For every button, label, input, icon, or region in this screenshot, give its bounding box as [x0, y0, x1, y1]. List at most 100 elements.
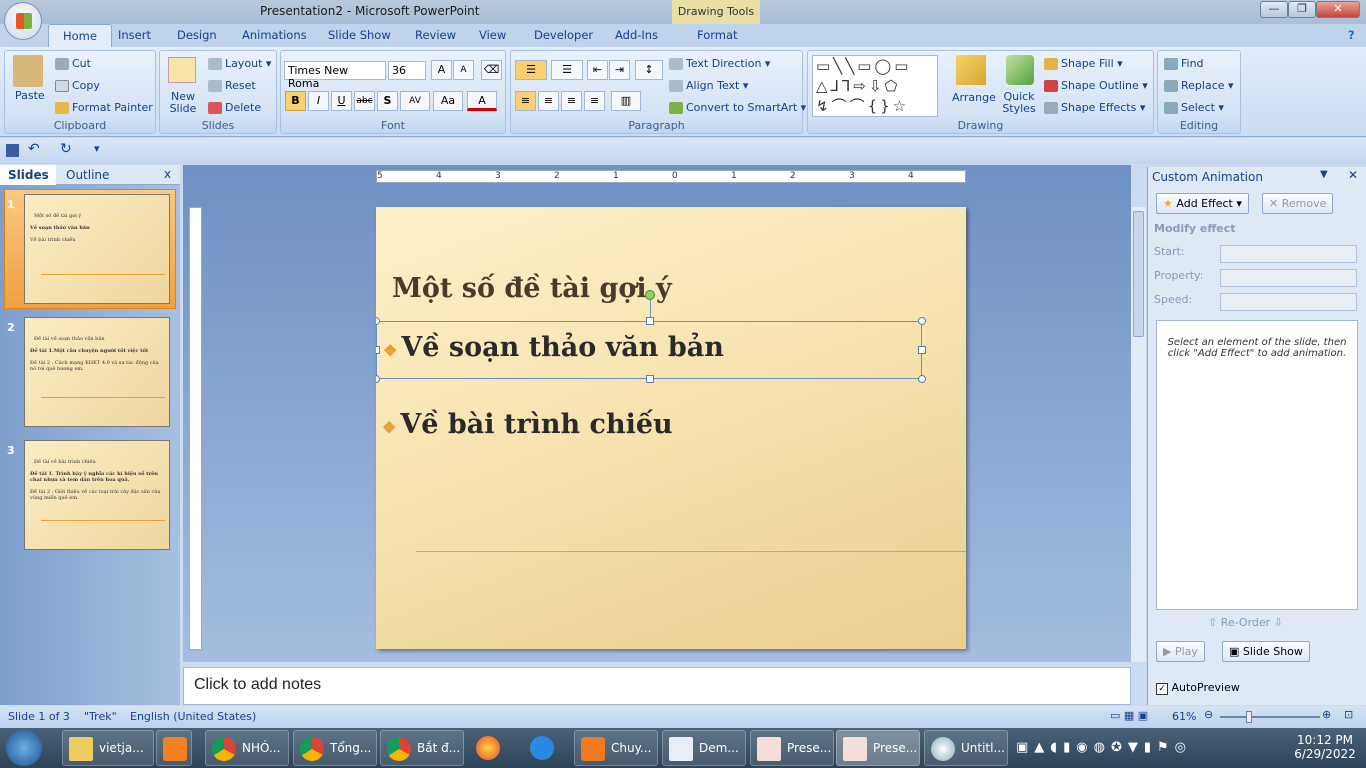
- notes-pane[interactable]: Click to add notes: [183, 667, 1131, 705]
- taskbar-item-powerpoint-2[interactable]: Prese...: [836, 730, 920, 766]
- justify-button[interactable]: ≡: [584, 91, 605, 111]
- minimize-button[interactable]: —: [1260, 1, 1288, 18]
- remove-button[interactable]: ✕ Remove: [1262, 193, 1334, 214]
- underline-button[interactable]: U: [331, 91, 352, 111]
- bullets-button[interactable]: ☰: [515, 60, 547, 80]
- columns-button[interactable]: ▥: [611, 91, 641, 111]
- help-icon[interactable]: ?: [1348, 28, 1355, 42]
- tab-developer[interactable]: Developer: [534, 28, 593, 42]
- resize-handle[interactable]: [376, 317, 380, 325]
- move-up-icon[interactable]: ⇧: [1208, 616, 1217, 629]
- tab-add-ins[interactable]: Add-Ins: [615, 28, 658, 42]
- delete-button[interactable]: Delete: [208, 101, 261, 114]
- tab-outline[interactable]: Outline: [66, 168, 109, 182]
- resize-handle[interactable]: [918, 317, 926, 325]
- close-pane-icon[interactable]: x: [164, 167, 171, 181]
- system-tray-icons[interactable]: ▣▲◖▮◉◍✪▼▮⚑◎: [1016, 740, 1192, 755]
- resize-handle[interactable]: [646, 317, 654, 325]
- find-button[interactable]: Find: [1164, 57, 1204, 70]
- start-dropdown[interactable]: [1220, 245, 1357, 263]
- close-button[interactable]: ✕: [1316, 1, 1360, 18]
- tab-format[interactable]: Format: [697, 28, 738, 42]
- slide-show-button[interactable]: ▣ Slide Show: [1222, 641, 1310, 662]
- play-button[interactable]: ▶ Play: [1156, 641, 1205, 662]
- vertical-ruler[interactable]: [189, 207, 202, 650]
- horizontal-ruler[interactable]: 5 4 3 2 1 0 1 2 3 4: [376, 170, 966, 183]
- taskbar-item-firefox[interactable]: [470, 730, 510, 766]
- shape-fill-button[interactable]: Shape Fill ▾: [1044, 57, 1123, 70]
- taskbar-item-pdf[interactable]: Chuy...: [574, 730, 658, 766]
- new-slide-button[interactable]: New Slide: [166, 91, 200, 115]
- maximize-button[interactable]: ❐: [1288, 1, 1316, 18]
- zoom-level[interactable]: 61%: [1172, 710, 1196, 723]
- slide-title[interactable]: Một số đề tài gợi ý: [392, 273, 672, 304]
- zoom-in-icon[interactable]: ⊕: [1322, 708, 1331, 721]
- editor-scrollbar[interactable]: [1131, 207, 1146, 662]
- fit-to-window-icon[interactable]: ⊡: [1344, 708, 1353, 721]
- paste-button[interactable]: Paste: [15, 89, 45, 102]
- reset-button[interactable]: Reset: [208, 79, 256, 92]
- align-right-button[interactable]: ≡: [561, 91, 582, 111]
- scroll-thumb[interactable]: [1133, 211, 1144, 337]
- taskbar-item-explorer[interactable]: vietja...: [62, 730, 154, 766]
- taskbar-item-ie[interactable]: [524, 730, 564, 766]
- tab-slide-show[interactable]: Slide Show: [328, 28, 391, 42]
- cut-button[interactable]: Cut: [55, 57, 91, 70]
- add-effect-button[interactable]: ★ Add Effect ▾: [1156, 193, 1249, 214]
- shape-effects-button[interactable]: Shape Effects ▾: [1044, 101, 1145, 114]
- resize-handle[interactable]: [918, 346, 926, 354]
- numbering-button[interactable]: ☰: [551, 60, 583, 80]
- italic-button[interactable]: I: [308, 91, 329, 111]
- office-button[interactable]: [4, 2, 42, 40]
- grow-font-button[interactable]: A: [431, 60, 452, 80]
- tab-insert[interactable]: Insert: [118, 28, 151, 42]
- bold-button[interactable]: B: [285, 91, 306, 111]
- zoom-out-icon[interactable]: ⊖: [1204, 708, 1213, 721]
- change-case-button[interactable]: Aa: [433, 91, 463, 111]
- font-color-button[interactable]: A: [467, 91, 497, 111]
- tab-slides[interactable]: Slides: [0, 165, 56, 185]
- taskbar-item-chrome-1[interactable]: NHÓ...: [205, 730, 289, 766]
- clear-formatting-button[interactable]: ⌫: [481, 60, 502, 80]
- tab-view[interactable]: View: [479, 28, 506, 42]
- animation-list[interactable]: Select an element of the slide, then cli…: [1156, 320, 1358, 610]
- taskbar-item-word[interactable]: Dem...: [662, 730, 746, 766]
- start-button[interactable]: [6, 730, 42, 766]
- language[interactable]: English (United States): [130, 710, 256, 723]
- taskbar-item-chrome-2[interactable]: Tổng...: [293, 730, 377, 766]
- slide-bullet-1[interactable]: ❖ Về soạn thảo văn bản: [383, 332, 724, 363]
- zoom-slider-thumb[interactable]: [1246, 711, 1252, 723]
- close-pane-icon[interactable]: ✕: [1348, 168, 1358, 182]
- replace-button[interactable]: Replace ▾: [1164, 79, 1234, 92]
- increase-indent-button[interactable]: ⇥: [609, 60, 630, 80]
- quick-styles-button[interactable]: Quick Styles: [1002, 91, 1036, 115]
- move-down-icon[interactable]: ⇩: [1274, 616, 1283, 629]
- autopreview-checkbox[interactable]: ✓ AutoPreview: [1156, 681, 1240, 695]
- taskbar-item-powerpoint-1[interactable]: Prese...: [750, 730, 834, 766]
- resize-handle[interactable]: [376, 346, 380, 354]
- zoom-slider[interactable]: [1220, 711, 1320, 723]
- align-center-button[interactable]: ≡: [538, 91, 559, 111]
- taskbar-item-paint[interactable]: Untitl...: [924, 730, 1008, 766]
- tab-design[interactable]: Design: [177, 28, 217, 42]
- shrink-font-button[interactable]: A: [453, 60, 474, 80]
- character-spacing-button[interactable]: AV: [400, 91, 430, 111]
- slide-canvas[interactable]: Một số đề tài gợi ý ❖ Về soạn thảo văn bả…: [376, 207, 966, 649]
- shapes-gallery[interactable]: ▭╲╲▭◯▭ △⅃⅂⇨⇩⬠ ↯⌒⌒{}☆: [812, 55, 938, 117]
- reorder-control[interactable]: ⇧ Re-Order ⇩: [1208, 616, 1283, 629]
- save-icon[interactable]: [6, 144, 19, 157]
- slide-bullet-2[interactable]: ❖ Về bài trình chiếu: [382, 409, 673, 440]
- layout-button[interactable]: Layout ▾: [208, 57, 271, 70]
- font-size-combo[interactable]: 36: [388, 61, 426, 80]
- shape-outline-button[interactable]: Shape Outline ▾: [1044, 79, 1148, 92]
- text-direction-button[interactable]: Text Direction ▾: [669, 57, 770, 70]
- view-buttons[interactable]: ▭ ▦ ▣: [1110, 709, 1148, 722]
- slide-thumbnail-3[interactable]: Đề tài về bài trình chiếu Đề tài 1. Trìn…: [24, 440, 170, 550]
- tab-animations[interactable]: Animations: [242, 28, 307, 42]
- pane-menu-icon[interactable]: ▼: [1320, 169, 1328, 180]
- align-text-button[interactable]: Align Text ▾: [669, 79, 748, 92]
- clock[interactable]: 10:12 PM 6/29/2022: [1290, 733, 1360, 761]
- tab-home[interactable]: Home: [48, 24, 112, 48]
- copy-button[interactable]: Copy: [55, 79, 100, 92]
- slide-thumbnail-2[interactable]: Đề tài về soạn thảo văn bản Đề tài 1.Một…: [24, 317, 170, 427]
